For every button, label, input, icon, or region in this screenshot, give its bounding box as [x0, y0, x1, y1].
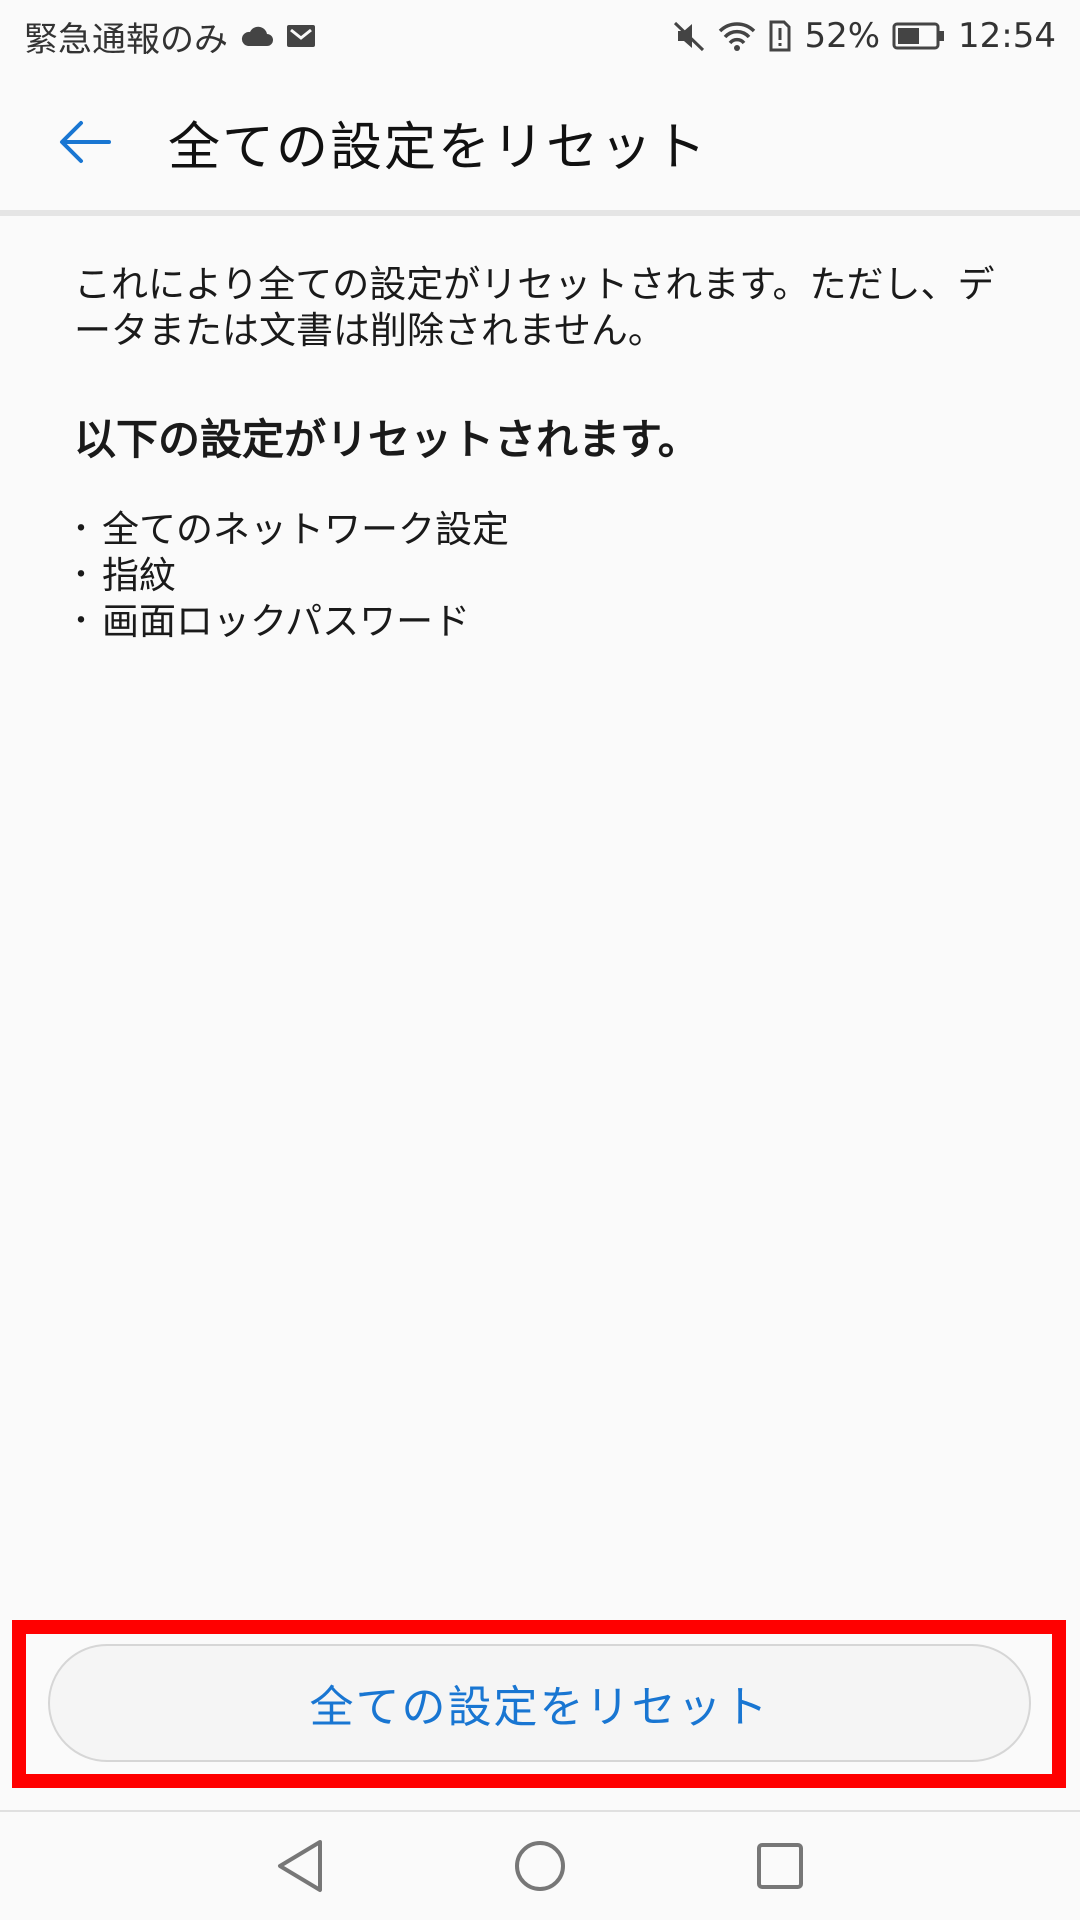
- circle-home-icon: [515, 1841, 565, 1891]
- back-arrow-icon: [60, 121, 111, 163]
- list-item-label: 全てのネットワーク設定: [102, 508, 509, 551]
- battery-percent: 52%: [804, 16, 881, 56]
- sim-alert-icon: [768, 19, 792, 53]
- nav-home-button[interactable]: [505, 1831, 575, 1901]
- list-item: ・ 画面ロックパスワード: [66, 599, 1014, 645]
- triangle-back-icon: [278, 1840, 322, 1892]
- bullet-icon: ・: [66, 512, 96, 547]
- main-content: これにより全ての設定がリセットされます。ただし、データまたは文書は削除されません…: [66, 262, 1014, 645]
- wifi-icon: [718, 20, 756, 52]
- page-title: 全ての設定をリセット: [168, 117, 709, 178]
- navigation-bar: [0, 1810, 1080, 1920]
- gmail-icon: [286, 23, 316, 49]
- battery-icon: [892, 22, 946, 50]
- nav-back-button[interactable]: [265, 1831, 335, 1901]
- description-text: これにより全ての設定がリセットされます。ただし、データまたは文書は削除されません…: [74, 263, 995, 352]
- nav-recents-button[interactable]: [745, 1831, 815, 1901]
- bullet-icon: ・: [66, 558, 96, 593]
- list-item-label: 指紋: [102, 554, 176, 597]
- status-left: 緊急通報のみ: [24, 12, 316, 61]
- status-bar: 緊急通報のみ 52% 12:54: [0, 0, 1080, 72]
- reset-all-settings-button[interactable]: 全ての設定をリセット: [48, 1644, 1031, 1762]
- section-title: 以下の設定がリセットされます。: [74, 415, 700, 464]
- app-bar: 全ての設定をリセット: [0, 72, 1080, 212]
- mute-icon: [672, 19, 706, 53]
- list-item-label: 画面ロックパスワード: [102, 600, 471, 643]
- list-item: ・ 全てのネットワーク設定: [66, 507, 1014, 553]
- carrier-text: 緊急通報のみ: [24, 19, 228, 60]
- list-item: ・ 指紋: [66, 553, 1014, 599]
- bullet-icon: ・: [66, 604, 96, 639]
- back-button[interactable]: [30, 87, 140, 197]
- cloud-icon: [240, 25, 274, 47]
- clock-time: 12:54: [958, 16, 1056, 56]
- reset-items-list: ・ 全てのネットワーク設定 ・ 指紋 ・ 画面ロックパスワード: [66, 507, 1014, 645]
- header-divider: [0, 210, 1080, 216]
- status-right: 52% 12:54: [672, 16, 1056, 56]
- square-recents-icon: [757, 1843, 803, 1889]
